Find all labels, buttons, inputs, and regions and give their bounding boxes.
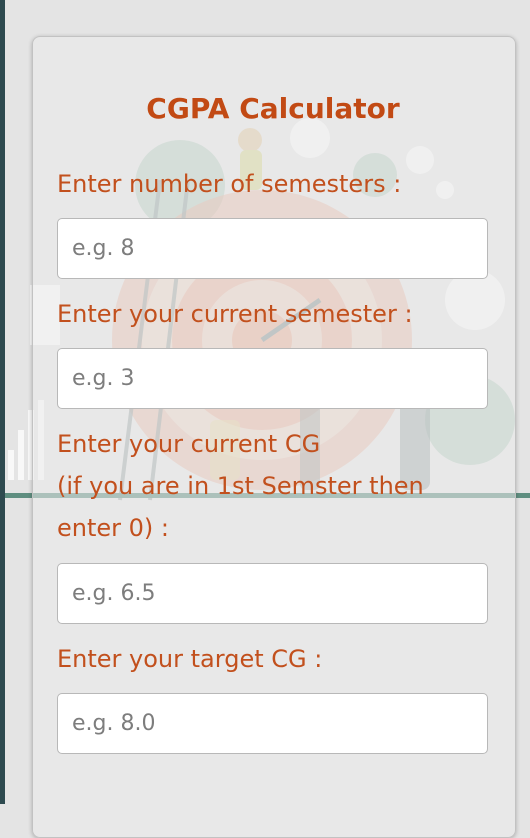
current-cg-label-line-2: (if you are in 1st Semster then xyxy=(57,472,424,500)
current-semester-input[interactable] xyxy=(57,348,488,409)
target-cg-input[interactable] xyxy=(57,693,488,754)
current-semester-label: Enter your current semester : xyxy=(57,300,413,328)
semesters-input[interactable] xyxy=(57,218,488,279)
target-cg-label: Enter your target CG : xyxy=(57,645,323,673)
current-cg-input[interactable] xyxy=(57,563,488,624)
current-cg-label-line-3: enter 0) : xyxy=(57,514,169,542)
semesters-label: Enter number of semesters : xyxy=(57,170,402,198)
current-cg-label-line-1: Enter your current CG xyxy=(57,430,321,458)
page-title: CGPA Calculator xyxy=(146,92,400,125)
current-cg-label: Enter your current CG (if you are in 1st… xyxy=(57,423,497,549)
